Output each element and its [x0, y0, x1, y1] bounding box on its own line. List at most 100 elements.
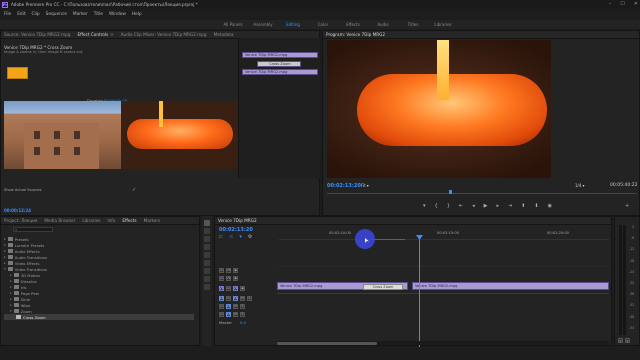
marker-icon[interactable]: ▾: [423, 203, 426, 209]
tab-effect-controls[interactable]: Effect Controls ≡: [77, 32, 113, 37]
step-forward-icon[interactable]: ▸: [496, 203, 499, 209]
timeline-ruler[interactable]: 00:02:10:00 00:02:15:00 00:02:20:00: [279, 229, 609, 239]
extract-icon[interactable]: ⬇: [534, 203, 538, 209]
tab-source[interactable]: Source: Venice 7Dip MRG2.mpg: [4, 32, 70, 37]
lock-icon[interactable]: ⊡: [219, 267, 224, 273]
menu-file[interactable]: File: [4, 12, 11, 17]
snap-icon[interactable]: ⊏: [219, 234, 223, 240]
export-frame-icon[interactable]: ◉: [548, 203, 552, 209]
play-icon[interactable]: ▶: [484, 203, 488, 209]
workspace-editing[interactable]: Editing: [278, 22, 308, 27]
solo-icon[interactable]: S: [247, 295, 252, 301]
mini-clip-a[interactable]: Venice 7Dip MRG2.mpg: [242, 52, 318, 58]
workspace-assembly[interactable]: Assembly: [248, 22, 278, 27]
source-patch-a1[interactable]: A1: [219, 295, 224, 301]
mark-in-icon[interactable]: {: [435, 203, 438, 209]
timeline-transition[interactable]: Cross Zoom: [363, 284, 403, 290]
tab-program[interactable]: Program: Venice 7Dip MRG2: [326, 32, 385, 37]
rate-stretch-tool-icon[interactable]: [204, 244, 210, 250]
track-toggle[interactable]: V3: [226, 267, 231, 273]
workspace-all-panels[interactable]: All Panels: [218, 22, 248, 27]
add-button-icon[interactable]: +: [625, 203, 633, 209]
workspace-titles[interactable]: Titles: [398, 22, 428, 27]
mini-clip-b[interactable]: Venice 7Dip MRG2.mpg: [242, 69, 318, 75]
mute-icon[interactable]: M: [240, 295, 245, 301]
eye-icon[interactable]: ◉: [240, 285, 245, 291]
lock-icon[interactable]: ⊡: [226, 285, 231, 291]
close-icon[interactable]: ✕: [634, 1, 638, 7]
selection-tool-icon[interactable]: [204, 220, 210, 226]
go-to-in-icon[interactable]: ⇤: [459, 203, 463, 209]
playhead-icon[interactable]: [449, 190, 452, 194]
mini-transition[interactable]: Cross Zoom: [257, 61, 301, 67]
solo-left-button[interactable]: S: [618, 338, 623, 343]
zoom-tool-icon[interactable]: [204, 284, 210, 290]
step-back-icon[interactable]: ◂: [472, 203, 475, 209]
tab-metadata[interactable]: Metadata: [214, 32, 234, 37]
workspace-effects[interactable]: Effects: [338, 22, 368, 27]
close-icon[interactable]: ≡: [110, 32, 114, 37]
settings-icon[interactable]: ⚙: [248, 234, 252, 240]
lock-icon[interactable]: ⊡: [219, 275, 224, 281]
hand-tool-icon[interactable]: [204, 276, 210, 282]
menu-help[interactable]: Help: [132, 12, 142, 17]
workspace-libraries[interactable]: Libraries: [428, 22, 458, 27]
timeline-playhead[interactable]: [419, 235, 420, 347]
timeline-scrollbar[interactable]: [277, 341, 609, 345]
tab-markers[interactable]: Markers: [144, 218, 161, 223]
program-scrubber[interactable]: [327, 190, 637, 194]
effects-search-input[interactable]: ⌕: [13, 227, 53, 232]
track-toggle[interactable]: V2: [226, 275, 231, 281]
master-value[interactable]: 0.0: [240, 320, 246, 325]
tab-project[interactable]: Project: Лекция: [4, 218, 37, 223]
linked-selection-icon[interactable]: ⊂: [229, 234, 233, 240]
lift-icon[interactable]: ⬆: [521, 203, 525, 209]
tab-media-browser[interactable]: Media Browser: [44, 218, 75, 223]
mute-icon[interactable]: M: [233, 303, 238, 309]
lock-icon[interactable]: ⊡: [219, 311, 224, 317]
add-marker-icon[interactable]: ▾: [239, 234, 242, 240]
razor-tool-icon[interactable]: [204, 252, 210, 258]
menu-sequence[interactable]: Sequence: [46, 12, 67, 17]
solo-icon[interactable]: S: [240, 311, 245, 317]
track-toggle[interactable]: A1: [233, 295, 238, 301]
timeline-timecode[interactable]: 00:02:13:20: [219, 227, 253, 233]
scrollbar-thumb[interactable]: [277, 341, 377, 345]
timeline-clip-right[interactable]: Venice 7Dip MRG2.mpg: [412, 282, 609, 290]
solo-icon[interactable]: S: [240, 303, 245, 309]
slip-tool-icon[interactable]: [204, 260, 210, 266]
checkmark-icon[interactable]: ✓: [132, 187, 136, 193]
track-select-tool-icon[interactable]: [204, 228, 210, 234]
menu-marker[interactable]: Marker: [73, 12, 88, 17]
tab-info[interactable]: Info: [107, 218, 115, 223]
lock-icon[interactable]: ⊡: [219, 303, 224, 309]
tab-audio-clip-mixer[interactable]: Audio Clip Mixer: Venice 7Dip MRG2.mpg: [121, 32, 207, 37]
menu-window[interactable]: Window: [109, 12, 126, 17]
workspace-audio[interactable]: Audio: [368, 22, 398, 27]
eye-icon[interactable]: ◉: [233, 275, 238, 281]
tab-effects[interactable]: Effects: [122, 218, 136, 223]
pen-tool-icon[interactable]: [204, 268, 210, 274]
solo-right-button[interactable]: S: [625, 338, 630, 343]
go-to-out-icon[interactable]: ⇥: [508, 203, 512, 209]
maximize-icon[interactable]: ☐: [620, 1, 624, 7]
mark-out-icon[interactable]: }: [447, 203, 450, 209]
workspace-color[interactable]: Color: [308, 22, 338, 27]
menu-clip[interactable]: Clip: [32, 12, 40, 17]
menu-edit[interactable]: Edit: [17, 12, 25, 17]
eye-icon[interactable]: ◉: [233, 267, 238, 273]
lock-icon[interactable]: ⊡: [226, 295, 231, 301]
program-timecode[interactable]: 00:02:13:20: [327, 183, 361, 189]
minimize-icon[interactable]: –: [609, 1, 612, 7]
tab-libraries[interactable]: Libraries: [82, 218, 100, 223]
quality-dropdown[interactable]: 1/4 ▾: [575, 183, 584, 188]
source-patch-v1[interactable]: V1: [219, 285, 224, 291]
track-toggle[interactable]: A3: [226, 311, 231, 317]
track-toggle[interactable]: V1: [233, 285, 238, 291]
menu-title[interactable]: Title: [94, 12, 103, 17]
effect-controls-timecode[interactable]: 00:00:12:24: [4, 208, 31, 213]
tree-item-cross-zoom[interactable]: Cross Zoom: [4, 314, 194, 320]
fit-dropdown[interactable]: Fit ▾: [361, 183, 369, 188]
mute-icon[interactable]: M: [233, 311, 238, 317]
tab-sequence[interactable]: Venice 7Dip MRG2: [218, 218, 257, 223]
